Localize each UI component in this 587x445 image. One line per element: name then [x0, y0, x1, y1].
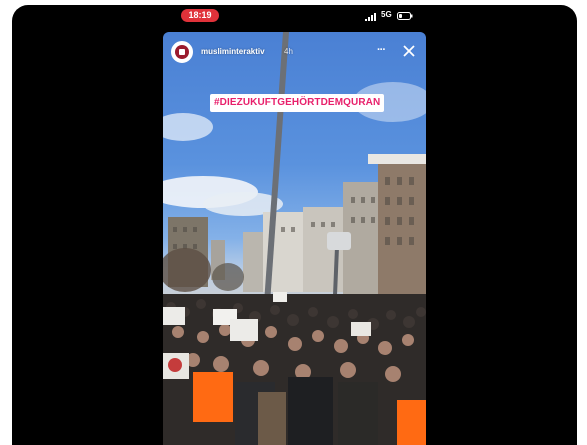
- timestamp: 4h: [284, 47, 293, 56]
- signal-bars-icon: [365, 13, 376, 21]
- story-header: musliminteraktiv 4h ···: [163, 32, 426, 72]
- username[interactable]: musliminteraktiv: [201, 47, 265, 56]
- story-frame[interactable]: musliminteraktiv 4h ··· #DIEZUKUFTGEHÖRT…: [163, 32, 426, 445]
- video-player[interactable]: 18:19 5G musliminteraktiv 4h ··· #DIEZUK…: [12, 5, 577, 445]
- more-icon[interactable]: ···: [377, 44, 391, 56]
- network-label: 5G: [381, 10, 392, 19]
- logo-icon: [175, 45, 189, 59]
- avatar[interactable]: [171, 41, 193, 63]
- close-icon[interactable]: [403, 45, 415, 57]
- battery-icon: [397, 12, 413, 20]
- hashtag-sticker[interactable]: #DIEZUKUFTGEHÖRTDEMQURAN: [210, 94, 385, 112]
- status-time: 18:19: [181, 9, 219, 22]
- status-bar: 18:19 5G: [12, 5, 577, 27]
